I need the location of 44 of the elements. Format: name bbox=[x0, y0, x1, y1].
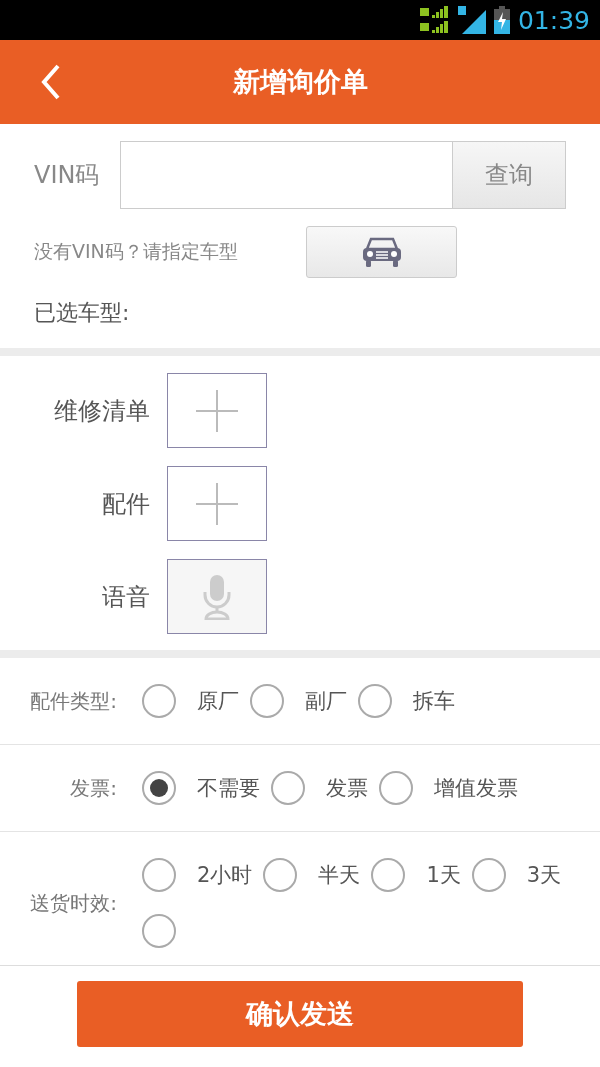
signal-icon bbox=[457, 6, 486, 34]
radio-option[interactable]: 拆车 bbox=[358, 684, 455, 718]
selected-model-label: 已选车型: bbox=[33, 299, 130, 327]
radio-button[interactable] bbox=[250, 684, 284, 718]
car-model-button[interactable] bbox=[306, 226, 457, 278]
record-voice-button[interactable] bbox=[167, 559, 267, 634]
vin-input-field[interactable] bbox=[120, 141, 453, 209]
battery-icon bbox=[493, 6, 510, 34]
radio-option[interactable]: 3天 bbox=[471, 858, 562, 892]
plus-icon bbox=[196, 389, 238, 432]
radio-button[interactable] bbox=[471, 858, 506, 892]
radio-option[interactable]: 1天 bbox=[371, 858, 461, 892]
attachment-label: 语音 bbox=[101, 581, 151, 613]
clock: 01:39 bbox=[517, 5, 590, 35]
radio-button[interactable] bbox=[142, 914, 176, 948]
add-attachment-button[interactable] bbox=[167, 466, 267, 541]
option-label: 送货时效: bbox=[29, 889, 117, 917]
radio-option[interactable]: 增值发票 bbox=[379, 771, 518, 805]
radio-button[interactable] bbox=[263, 858, 298, 892]
radio-option[interactable]: 不需要 bbox=[142, 771, 260, 805]
option-label: 配件类型: bbox=[29, 687, 117, 715]
plus-icon bbox=[196, 482, 238, 525]
radio-button[interactable] bbox=[379, 771, 413, 805]
microphone-icon bbox=[202, 573, 232, 620]
radio-button[interactable] bbox=[142, 858, 176, 892]
radio-button[interactable] bbox=[358, 684, 392, 718]
radio-option[interactable]: 半天 bbox=[263, 858, 361, 892]
radio-option[interactable]: 发票 bbox=[271, 771, 368, 805]
attachment-label: 维修清单 bbox=[53, 395, 151, 427]
radio-option[interactable]: 原厂 bbox=[142, 684, 239, 718]
signal-3g-icon bbox=[419, 6, 450, 34]
car-icon bbox=[361, 236, 402, 268]
option-label: 发票: bbox=[69, 774, 117, 802]
radio-button[interactable] bbox=[142, 684, 176, 718]
model-hint: 没有VIN码？请指定车型 bbox=[34, 239, 239, 264]
attachment-label: 配件 bbox=[101, 488, 151, 520]
add-attachment-button[interactable] bbox=[167, 373, 267, 448]
radio-button[interactable] bbox=[142, 771, 176, 805]
vin-label: VIN码 bbox=[34, 160, 101, 191]
radio-option[interactable]: 副厂 bbox=[250, 684, 347, 718]
radio-option[interactable]: 2小时 bbox=[142, 858, 253, 892]
radio-button[interactable] bbox=[371, 858, 406, 892]
radio-button[interactable] bbox=[271, 771, 305, 805]
page-title: 新增询价单 bbox=[232, 65, 368, 99]
